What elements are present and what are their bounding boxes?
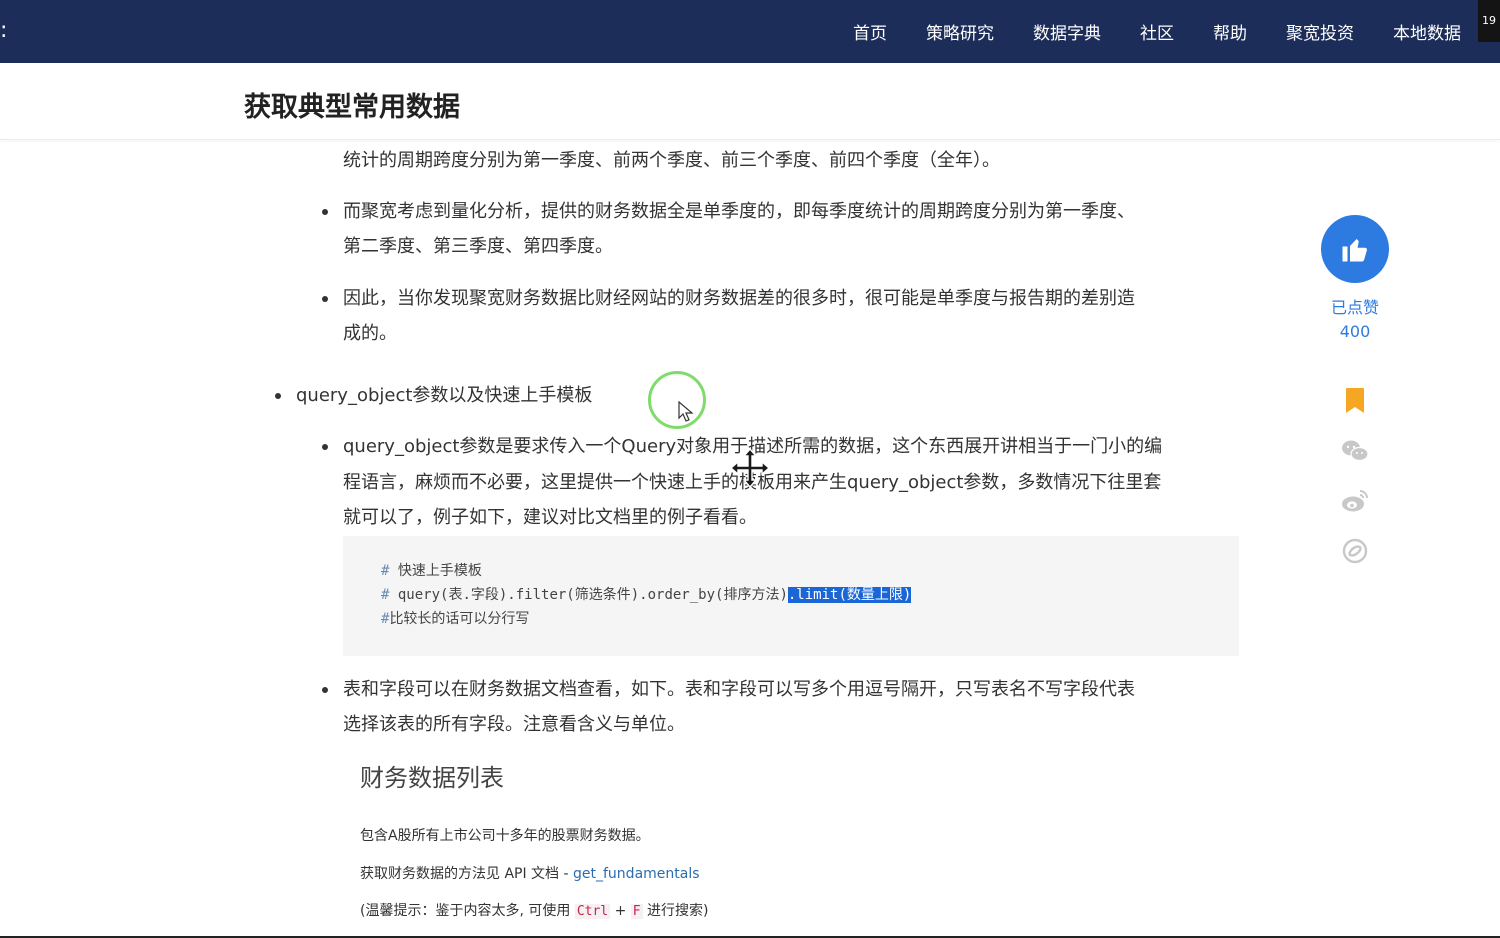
kbd-f: F xyxy=(630,904,643,919)
doc-api-prefix: 获取财务数据的方法见 API 文档 - xyxy=(360,866,574,882)
nav-item-strategy[interactable]: 策略研究 xyxy=(926,19,994,44)
share-glyph xyxy=(1342,538,1368,564)
nav-item-data-dictionary[interactable]: 数据字典 xyxy=(1033,19,1101,44)
wechat-icon[interactable] xyxy=(1341,437,1369,465)
menu-icon[interactable]: : xyxy=(0,18,7,44)
nav-item-local-data[interactable]: 本地数据 xyxy=(1393,19,1461,44)
bullet-dot xyxy=(322,687,328,693)
page-title: 获取典型常用数据 xyxy=(244,92,460,123)
nav-item-joinquant-invest[interactable]: 聚宽投资 xyxy=(1286,19,1354,44)
paragraph-line: 统计的周期跨度分别为第一季度、前两个季度、前三个季度、前四个季度（全年）。 xyxy=(343,150,1000,171)
code-text: 比较长的话可以分行写 xyxy=(389,611,530,627)
doc-description: 包含A股所有上市公司十多年的股票财务数据。 xyxy=(360,828,650,844)
list-item-text: 因此，当你发现聚宽财务数据比财经网站的财务数据差的很多时，很可能是单季度与报告期… xyxy=(343,288,1135,309)
bullet-dot xyxy=(275,393,281,399)
doc-tip-prefix: (温馨提示：鉴于内容太多, 可使用 xyxy=(360,903,575,919)
bookmark-icon[interactable] xyxy=(1341,387,1369,415)
code-text: 快速上手模板 xyxy=(389,563,482,579)
title-bar: 获取典型常用数据 xyxy=(0,63,1500,140)
list-item-text: 表和字段可以在财务数据文档查看，如下。表和字段可以写多个用逗号隔开，只写表名不写… xyxy=(343,679,1135,700)
like-status: 已点赞 400 xyxy=(1310,296,1400,344)
doc-tip-suffix: 进行搜索) xyxy=(642,903,709,919)
doc-api-line: 获取财务数据的方法见 API 文档 - get_fundamentals xyxy=(360,863,700,883)
doc-tip-line: (温馨提示：鉴于内容太多, 可使用 Ctrl + F 进行搜索) xyxy=(360,900,709,920)
bullet-dot xyxy=(322,444,328,450)
like-count: 400 xyxy=(1339,322,1371,341)
section-heading: query_object参数以及快速上手模板 xyxy=(296,385,593,406)
code-selected-text: .limit(数量上限) xyxy=(787,587,912,603)
nav-item-home[interactable]: 首页 xyxy=(853,19,887,44)
doc-tip-plus: + xyxy=(610,903,631,919)
kbd-ctrl: Ctrl xyxy=(574,904,611,919)
code-line: #比较长的话可以分行写 xyxy=(381,609,529,629)
mouse-pointer-icon xyxy=(678,401,694,422)
get-fundamentals-link[interactable]: get_fundamentals xyxy=(573,866,700,882)
list-item-text: 成的。 xyxy=(343,323,397,344)
doc-heading: 财务数据列表 xyxy=(360,764,504,792)
move-cursor-icon xyxy=(729,447,771,489)
list-item-text: 就可以了，例子如下，建议对比文档里的例子看看。 xyxy=(343,507,757,528)
weibo-glyph xyxy=(1342,490,1368,512)
thumbs-up-icon xyxy=(1342,239,1367,262)
like-button[interactable] xyxy=(1321,215,1389,283)
nav-menu: 首页 策略研究 数据字典 社区 帮助 聚宽投资 本地数据 xyxy=(853,0,1461,63)
click-highlight-ring xyxy=(648,371,706,429)
weibo-icon[interactable] xyxy=(1341,487,1369,515)
list-item-text: 而聚宽考虑到量化分析，提供的财务数据全是单季度的，即每季度统计的周期跨度分别为第… xyxy=(343,201,1135,222)
list-item-text: 第二季度、第三季度、第四季度。 xyxy=(343,236,613,257)
bullet-dot xyxy=(322,209,328,215)
share-icon[interactable] xyxy=(1341,537,1369,565)
code-line: # query(表.字段).filter(筛选条件).order_by(排序方法… xyxy=(381,585,912,605)
code-block[interactable]: # 快速上手模板 # query(表.字段).filter(筛选条件).orde… xyxy=(343,536,1239,656)
like-label-text: 已点赞 xyxy=(1330,298,1379,317)
top-navigation: : 首页 策略研究 数据字典 社区 帮助 聚宽投资 本地数据 19 xyxy=(0,0,1500,63)
bullet-dot xyxy=(322,296,328,302)
code-text: query(表.字段).filter(筛选条件).order_by(排序方法) xyxy=(389,587,788,603)
code-line: # 快速上手模板 xyxy=(381,561,482,581)
nav-item-community[interactable]: 社区 xyxy=(1140,19,1174,44)
wechat-glyph xyxy=(1342,440,1369,462)
bookmark-glyph xyxy=(1346,388,1364,413)
nav-item-help[interactable]: 帮助 xyxy=(1213,19,1247,44)
list-item-text: 选择该表的所有字段。注意看含义与单位。 xyxy=(343,714,685,735)
clock-badge: 19 xyxy=(1478,0,1500,42)
